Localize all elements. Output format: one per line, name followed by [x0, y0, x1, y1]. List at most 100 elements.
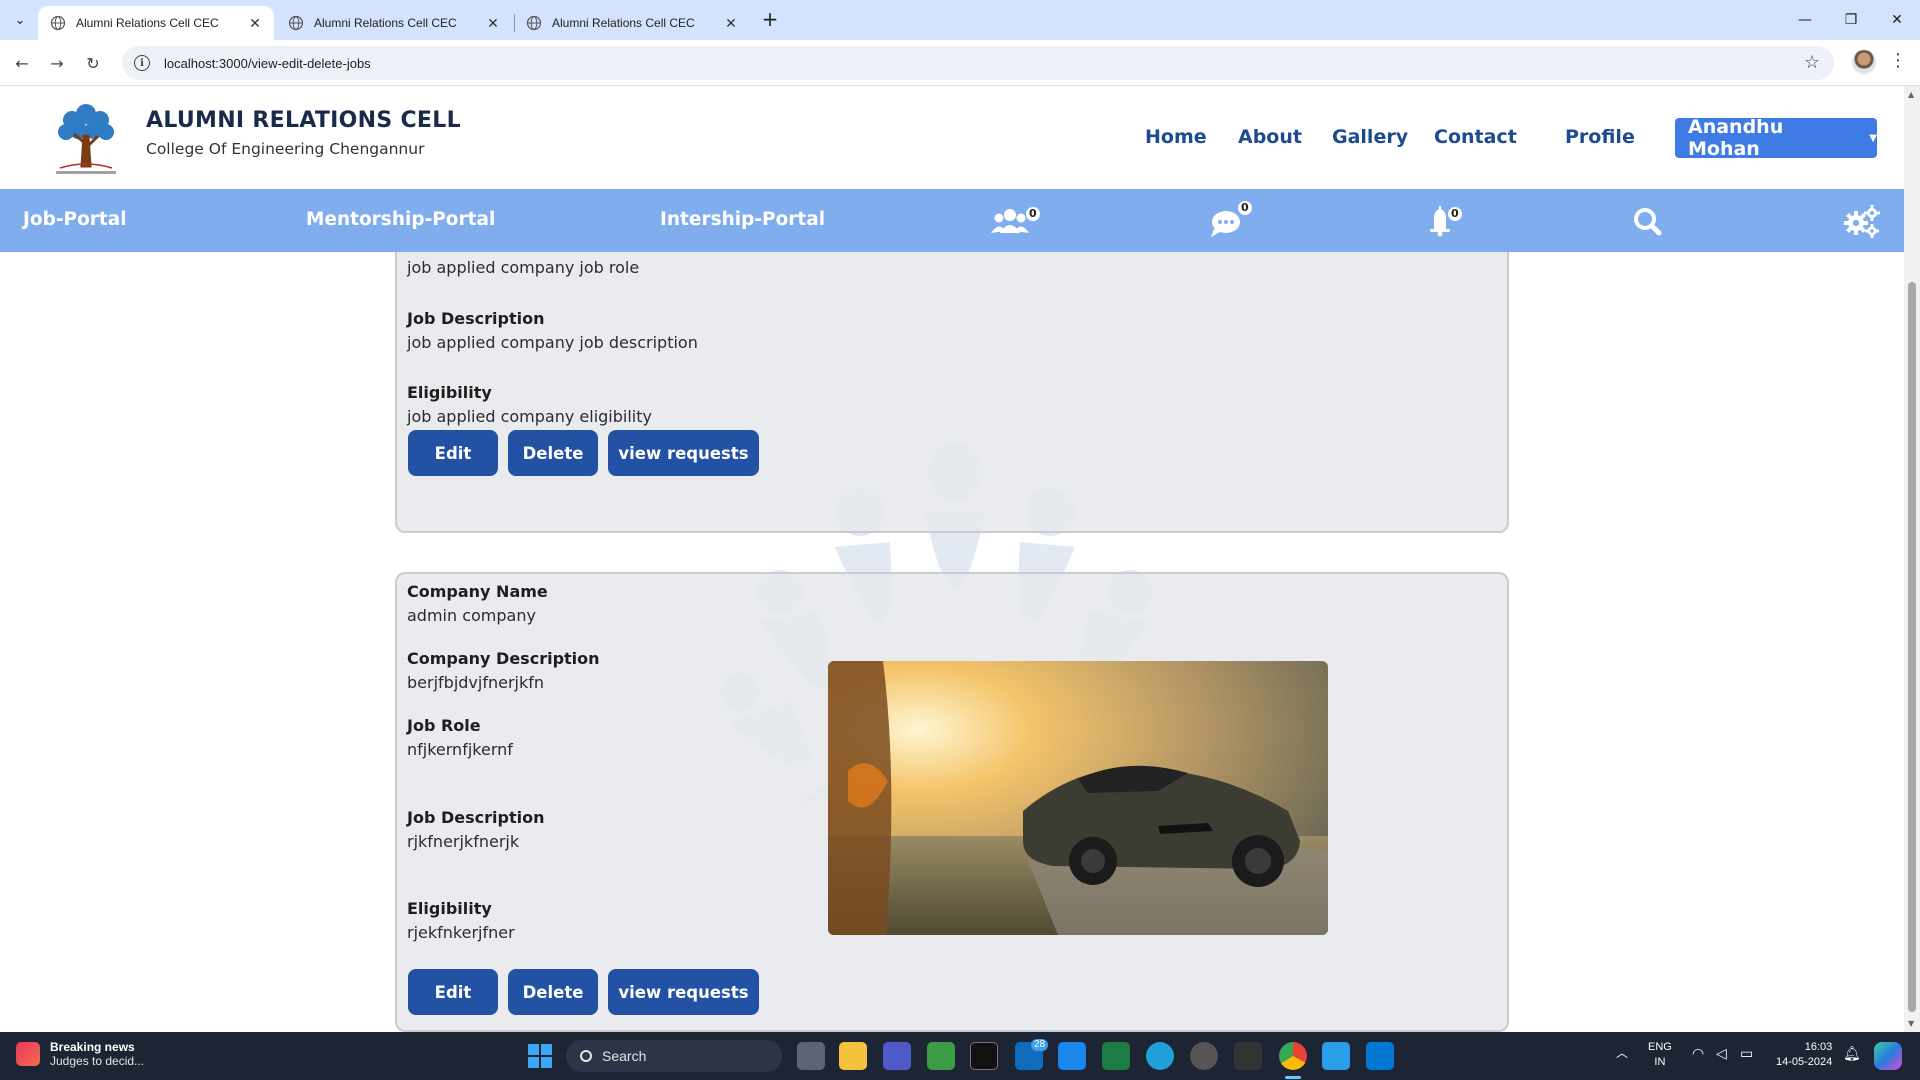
language-indicator[interactable]: ENG IN — [1648, 1040, 1672, 1070]
window-close-icon[interactable]: ✕ — [1874, 0, 1920, 40]
address-bar[interactable]: i localhost:3000/view-edit-delete-jobs ☆ — [122, 46, 1834, 80]
windows-start-icon[interactable] — [528, 1044, 552, 1068]
copilot-icon[interactable] — [1874, 1042, 1902, 1070]
url-text: localhost:3000/view-edit-delete-jobs — [164, 55, 371, 71]
nav-home[interactable]: Home — [1145, 126, 1207, 148]
nav-contact[interactable]: Contact — [1434, 126, 1517, 148]
subnav-mentorship-portal[interactable]: Mentorship-Portal — [306, 209, 495, 230]
settings-icon[interactable] — [1842, 203, 1882, 239]
new-tab-button[interactable]: + — [758, 8, 782, 32]
app-icon[interactable] — [1234, 1042, 1262, 1070]
user-menu-button[interactable]: Anandhu Mohan ▼ — [1675, 116, 1877, 160]
taskbar-search[interactable]: Search — [566, 1040, 782, 1072]
battery-icon[interactable]: ▭ — [1740, 1046, 1753, 1061]
minimize-icon[interactable]: — — [1782, 0, 1828, 40]
company-image — [828, 661, 1328, 935]
caret-down-icon: ▼ — [1869, 132, 1877, 144]
windows-taskbar: Breaking news Judges to decid... Search … — [0, 1032, 1920, 1080]
taskbar-search-label: Search — [602, 1048, 647, 1064]
subnav-job-portal[interactable]: Job-Portal — [23, 209, 127, 230]
terminal-icon[interactable] — [970, 1042, 998, 1070]
page-scrollbar[interactable]: ▲ ▼ — [1904, 86, 1920, 1032]
job-role-label: Job Role — [407, 716, 481, 735]
teams-icon[interactable] — [883, 1042, 911, 1070]
nav-profile[interactable]: Profile — [1565, 126, 1635, 148]
portal-subnav: Job-Portal Mentorship-Portal Intership-P… — [0, 189, 1904, 252]
groups-icon[interactable]: 0 — [990, 203, 1040, 239]
store-icon[interactable] — [1058, 1042, 1086, 1070]
app-icon[interactable] — [927, 1042, 955, 1070]
clock[interactable]: 16:03 14-05-2024 — [1776, 1040, 1832, 1070]
site-info-icon[interactable]: i — [134, 55, 150, 71]
nav-gallery[interactable]: Gallery — [1332, 126, 1408, 148]
groups-badge: 0 — [1026, 207, 1040, 221]
task-view-icon[interactable] — [797, 1042, 825, 1070]
chevron-up-icon[interactable]: ︿ — [1616, 1046, 1628, 1061]
search-icon — [580, 1050, 592, 1062]
volume-icon[interactable]: ◁ — [1716, 1046, 1727, 1061]
close-icon[interactable]: ✕ — [722, 15, 740, 32]
job-description-label: Job Description — [407, 808, 545, 827]
notification-bell-icon[interactable]: 🔔︎ — [1843, 1046, 1861, 1061]
news-subtitle: Judges to decid... — [50, 1054, 145, 1068]
wifi-icon[interactable]: ◠ — [1692, 1046, 1704, 1061]
back-icon[interactable]: ← — [9, 50, 35, 76]
browser-toolbar: ← → ↻ i localhost:3000/view-edit-delete-… — [0, 40, 1920, 86]
subnav-internship-portal[interactable]: Intership-Portal — [660, 209, 825, 230]
close-icon[interactable]: ✕ — [484, 15, 502, 32]
edge-icon[interactable] — [1146, 1042, 1174, 1070]
news-icon — [16, 1042, 40, 1066]
scroll-up-icon[interactable]: ▲ — [1908, 90, 1914, 99]
edit-button[interactable]: Edit — [408, 430, 498, 476]
tab-title: Alumni Relations Cell CEC — [76, 16, 219, 30]
scrollbar-thumb[interactable] — [1908, 282, 1916, 1012]
active-indicator — [1285, 1076, 1301, 1079]
bookmark-star-icon[interactable]: ☆ — [1804, 52, 1820, 73]
site-title: ALUMNI RELATIONS CELL — [146, 108, 461, 133]
reload-icon[interactable]: ↻ — [80, 50, 106, 76]
file-explorer-icon[interactable] — [839, 1042, 867, 1070]
bell-icon[interactable]: 0 — [1420, 203, 1462, 239]
company-description-value: berjfbjdvjfnerjkfn — [407, 673, 545, 692]
view-requests-button[interactable]: view requests — [608, 969, 759, 1015]
edit-button[interactable]: Edit — [408, 969, 498, 1015]
browser-tab-2[interactable]: Alumni Relations Cell CEC ✕ — [276, 6, 512, 40]
excel-icon[interactable] — [1102, 1042, 1130, 1070]
college-logo[interactable] — [46, 96, 126, 178]
vscode-icon[interactable] — [1366, 1042, 1394, 1070]
browser-tab-3[interactable]: Alumni Relations Cell CEC ✕ — [514, 6, 750, 40]
job-card: Company Name admin company Company Descr… — [395, 572, 1509, 1032]
nav-about[interactable]: About — [1238, 126, 1302, 148]
job-role-value: job applied company job role — [407, 258, 640, 277]
restore-icon[interactable]: ❐ — [1828, 0, 1874, 40]
more-options-icon[interactable]: ⋮ — [1886, 50, 1910, 76]
mail-badge: 28 — [1031, 1039, 1049, 1051]
chrome-icon[interactable] — [1279, 1042, 1307, 1070]
eligibility-value: job applied company eligibility — [407, 407, 652, 426]
clock-time: 16:03 — [1804, 1041, 1833, 1053]
company-name-label: Company Name — [407, 582, 548, 601]
news-widget[interactable]: Breaking news Judges to decid... — [16, 1040, 144, 1068]
job-card: job applied company job role Job Descrip… — [395, 252, 1509, 533]
forward-icon[interactable]: → — [44, 50, 70, 76]
delete-button[interactable]: Delete — [508, 969, 598, 1015]
job-description-value: job applied company job description — [407, 333, 698, 352]
globe-icon — [288, 15, 304, 31]
clock-date: 14-05-2024 — [1776, 1056, 1833, 1068]
page-viewport: job applied company job role Job Descrip… — [0, 86, 1904, 1032]
news-title: Breaking news — [50, 1040, 135, 1054]
view-requests-button[interactable]: view requests — [608, 430, 759, 476]
notepad-icon[interactable] — [1322, 1042, 1350, 1070]
eligibility-label: Eligibility — [407, 383, 492, 402]
chat-icon[interactable]: 0 — [1208, 201, 1252, 239]
job-description-value: rjkfnerjkfnerjk — [407, 832, 520, 851]
tab-search-icon[interactable]: ⌄ — [8, 8, 32, 32]
close-icon[interactable]: ✕ — [246, 15, 264, 32]
scroll-down-icon[interactable]: ▼ — [1908, 1019, 1914, 1028]
search-icon[interactable] — [1628, 203, 1668, 239]
browser-tab-1[interactable]: Alumni Relations Cell CEC ✕ — [38, 6, 274, 40]
app-icon[interactable] — [1190, 1042, 1218, 1070]
job-role-value: nfjkernfjkernf — [407, 740, 513, 759]
browser-profile-avatar[interactable] — [1852, 50, 1876, 74]
delete-button[interactable]: Delete — [508, 430, 598, 476]
